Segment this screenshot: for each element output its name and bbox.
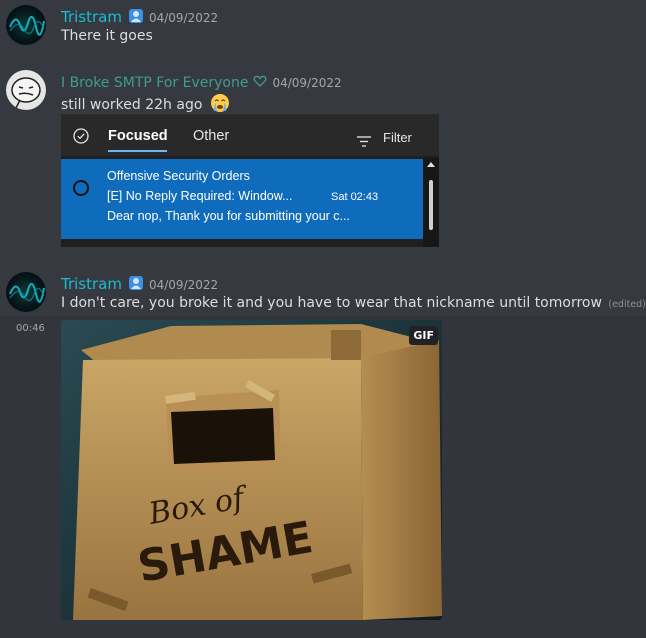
box-of-shame-image: Box of SHAME <box>61 320 442 620</box>
scroll-up-arrow-icon <box>427 162 435 167</box>
gif-badge: GIF <box>409 326 438 345</box>
email-list-item: Offensive Security Orders [E] No Reply R… <box>61 159 423 239</box>
filter-lines-icon <box>357 132 371 147</box>
message-3: Tristram 04/09/2022 I don't care, you br… <box>0 266 646 316</box>
email-sender: Offensive Security Orders <box>107 169 250 183</box>
check-circle-icon <box>73 128 89 144</box>
email-date: Sat 02:43 <box>331 191 379 203</box>
scroll-thumb <box>429 180 433 230</box>
message-timestamp[interactable]: 04/09/2022 <box>149 278 218 292</box>
avatar-smtp[interactable] <box>6 70 46 110</box>
edited-label: (edited) <box>608 299 646 310</box>
message-text-content: still worked 22h ago <box>61 97 203 113</box>
message-side-timestamp[interactable]: 00:46 <box>16 323 45 334</box>
gif-embed[interactable]: Box of SHAME GIF <box>61 320 442 620</box>
avatar-tristram[interactable] <box>6 5 46 45</box>
username-tristram[interactable]: Tristram <box>61 8 122 26</box>
person-badge-icon[interactable] <box>128 8 144 24</box>
tab-focused: Focused <box>108 128 168 144</box>
message-text: still worked 22h ago <box>61 93 230 113</box>
message-timestamp[interactable]: 04/09/2022 <box>272 76 341 90</box>
message-1: Tristram 04/09/2022 There it goes <box>0 0 646 60</box>
heart-outline-icon <box>253 73 267 87</box>
message-timestamp[interactable]: 04/09/2022 <box>149 11 218 25</box>
email-scrollbar <box>423 158 439 247</box>
message-text: I don't care, you broke it and you have … <box>61 295 646 311</box>
tab-focused-underline <box>108 150 167 152</box>
message-text-content: I don't care, you broke it and you have … <box>61 295 602 311</box>
tab-other: Other <box>193 128 230 144</box>
username-smtp[interactable]: I Broke SMTP For Everyone <box>61 75 248 91</box>
username-tristram[interactable]: Tristram <box>61 275 122 293</box>
filter-label: Filter <box>383 130 412 145</box>
email-subject: [E] No Reply Required: Window... <box>107 189 293 203</box>
sob-emoji-icon[interactable] <box>210 93 230 113</box>
avatar-tristram[interactable] <box>6 272 46 312</box>
person-badge-icon[interactable] <box>128 275 144 291</box>
email-preview: Dear nop, Thank you for submitting your … <box>107 209 350 223</box>
outlook-tab-bar: Focused Other Filter <box>61 114 439 156</box>
outlook-screenshot-embed[interactable]: Focused Other Filter Offensive Security … <box>61 114 439 247</box>
select-radio-icon <box>73 180 89 196</box>
message-text: There it goes <box>61 28 153 44</box>
